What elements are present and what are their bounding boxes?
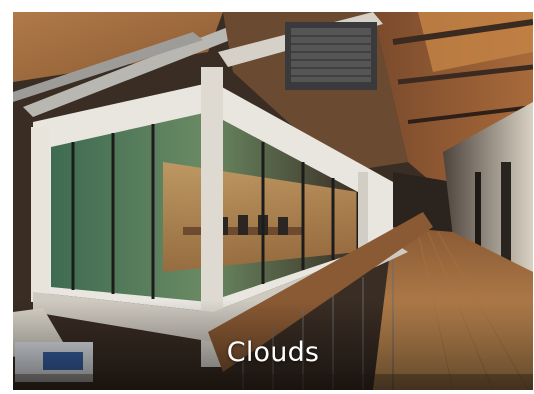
image-card[interactable]: Clouds [13, 12, 533, 390]
card-caption: Clouds [226, 337, 320, 368]
